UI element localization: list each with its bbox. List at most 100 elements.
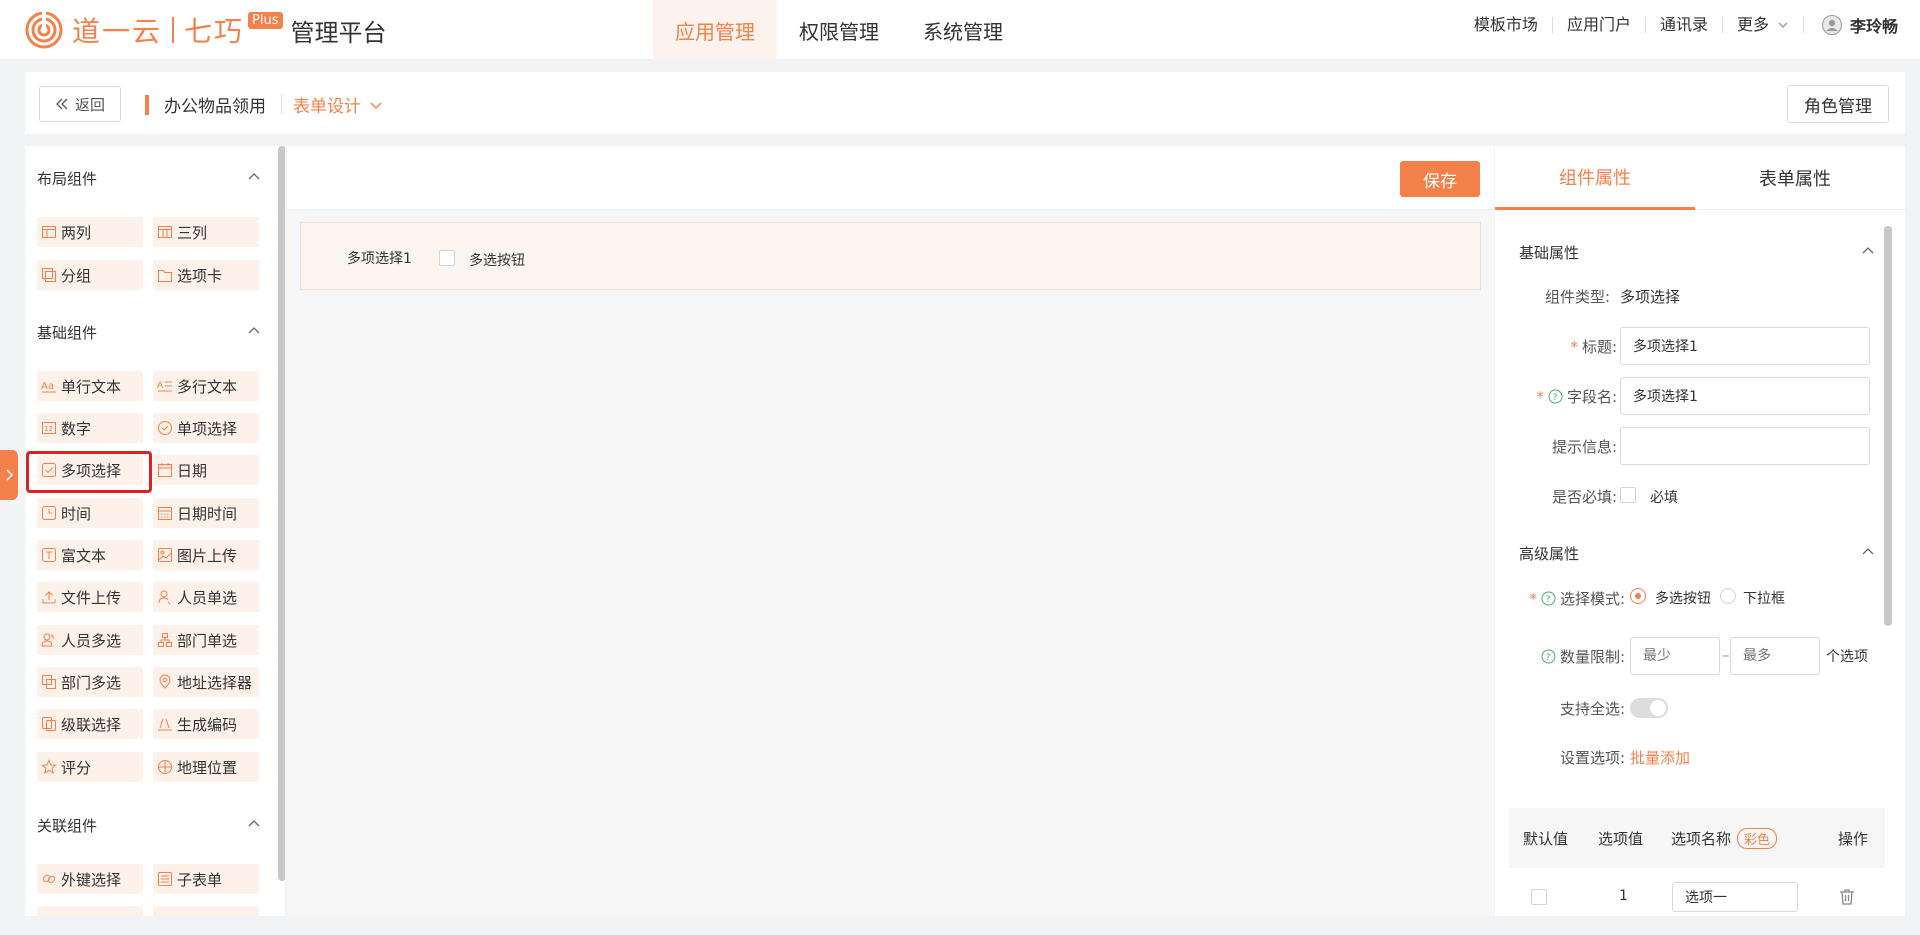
save-button[interactable]: 保存 [1400, 161, 1480, 197]
location-pin-icon [159, 674, 171, 689]
palette-item-label: 多行文本 [177, 377, 238, 396]
palette-item-date[interactable]: 日期 [153, 455, 259, 485]
palette-item-label: 日期 [177, 461, 208, 480]
tabs-icon [158, 270, 172, 282]
palette-item-single-department[interactable]: 部门单选 [153, 625, 259, 655]
mode-radio-dropdown[interactable] [1720, 588, 1736, 604]
user-menu[interactable]: 李玲畅 [1821, 13, 1898, 37]
hint-input[interactable] [1620, 427, 1870, 465]
batch-add-link[interactable]: 批量添加 [1630, 747, 1690, 768]
field-checkbox[interactable] [439, 250, 455, 266]
field-label: 多项选择1 [347, 251, 412, 267]
chevron-up-icon[interactable] [1861, 545, 1875, 559]
more-menu[interactable]: 更多 [1723, 17, 1804, 33]
palette-item-multi-user[interactable]: 人员多选 [37, 625, 143, 655]
departments-icon [42, 675, 56, 689]
chevron-up-icon[interactable] [247, 817, 261, 831]
nav-permission-management[interactable]: 权限管理 [777, 0, 901, 60]
nav-system-management[interactable]: 系统管理 [901, 0, 1025, 60]
color-tag[interactable]: 彩色 [1737, 828, 1778, 849]
palette-item-rating[interactable]: 评分 [37, 752, 143, 782]
rich-text-icon [42, 548, 56, 562]
palette-item-address[interactable]: 地址选择器 [153, 667, 259, 697]
top-navigation-bar: 道一云 七巧 Plus 管理平台 应用管理 权限管理 系统管理 模板市场 应用门… [0, 0, 1920, 60]
chevron-up-icon[interactable] [1861, 244, 1875, 258]
breadcrumb-marker [145, 95, 149, 115]
back-button[interactable]: 返回 [39, 86, 121, 122]
component-palette: 布局组件 两列 三列 分组 选项卡 基础组件 Aa 单行文本 A 多行文本 12… [25, 146, 285, 916]
chevron-right-icon [6, 469, 14, 481]
palette-item-multi-choice[interactable]: 多项选择 [37, 455, 143, 485]
palette-item-auto-code[interactable]: 生成编码 [153, 709, 259, 739]
trash-icon[interactable] [1837, 887, 1857, 907]
palette-item-multi-line-text[interactable]: A 多行文本 [153, 371, 259, 401]
palette-item-label: 两列 [61, 223, 92, 242]
nav-app-management[interactable]: 应用管理 [653, 0, 777, 60]
min-quantity-input[interactable] [1630, 637, 1720, 675]
mode-dropdown[interactable]: 表单设计 [293, 92, 383, 117]
palette-item-tabs[interactable]: 选项卡 [153, 260, 259, 290]
three-columns-icon [158, 226, 172, 238]
header-right-links: 模板市场 应用门户 通讯录 更多 李玲畅 [1460, 0, 1898, 50]
help-circle-icon[interactable]: ? [1541, 591, 1556, 606]
section-title-basic: 基础组件 [37, 324, 98, 342]
palette-item-geo-location[interactable]: 地理位置 [153, 752, 259, 782]
properties-scrollbar[interactable] [1884, 226, 1892, 626]
palette-item-multi-department[interactable]: 部门多选 [37, 667, 143, 697]
svg-text:?: ? [1546, 653, 1551, 663]
palette-item-label: 时间 [61, 504, 92, 523]
user-name: 李玲畅 [1849, 17, 1898, 36]
palette-item-datetime[interactable]: 日期时间 [153, 498, 259, 528]
link-contacts[interactable]: 通讯录 [1646, 17, 1723, 33]
chevron-up-icon[interactable] [247, 324, 261, 338]
properties-panel: 组件属性 表单属性 基础属性 组件类型: 多项选择 *标题: *?字段名: 提示… [1495, 146, 1905, 916]
palette-item-single-choice[interactable]: 单项选择 [153, 413, 259, 443]
palette-item-label: 三列 [177, 223, 208, 242]
palette-item-image-upload[interactable]: 图片上传 [153, 540, 259, 570]
link-template-market[interactable]: 模板市场 [1460, 17, 1553, 33]
left-panel-toggle[interactable] [0, 450, 18, 500]
select-all-toggle[interactable] [1630, 698, 1668, 718]
max-quantity-input[interactable] [1730, 637, 1820, 675]
form-canvas[interactable]: 多项选择1 多选按钮 [287, 211, 1494, 916]
palette-item-three-columns[interactable]: 三列 [153, 217, 259, 247]
palette-item-time[interactable]: 时间 [37, 498, 143, 528]
logo[interactable]: 道一云 七巧 Plus 管理平台 [24, 10, 387, 50]
help-circle-icon[interactable]: ? [1548, 389, 1563, 404]
palette-item-foreign-key[interactable]: 外键选择 [37, 864, 143, 894]
tab-component-properties[interactable]: 组件属性 [1495, 146, 1695, 210]
palette-item-single-line-text[interactable]: Aa 单行文本 [37, 371, 143, 401]
range-dash: – [1722, 646, 1730, 664]
form-field-multi-choice[interactable]: 多项选择1 多选按钮 [300, 222, 1481, 290]
palette-item-two-columns[interactable]: 两列 [37, 217, 143, 247]
palette-item-cascade[interactable]: 级联选择 [37, 709, 143, 739]
svg-text:?: ? [1546, 595, 1551, 605]
role-management-button[interactable]: 角色管理 [1787, 85, 1889, 123]
palette-item-single-user[interactable]: 人员单选 [153, 582, 259, 612]
palette-item-group[interactable]: 分组 [37, 260, 143, 290]
palette-item-rich-text[interactable]: 富文本 [37, 540, 143, 570]
department-icon [158, 633, 172, 647]
palette-item-label: 日期时间 [177, 504, 238, 523]
default-value-checkbox[interactable] [1531, 889, 1547, 905]
tab-form-properties[interactable]: 表单属性 [1695, 146, 1895, 210]
palette-item-sub-form[interactable]: 子表单 [153, 864, 259, 894]
option-name-input[interactable] [1672, 882, 1798, 912]
palette-item-number[interactable]: 12 数字 [37, 413, 143, 443]
help-circle-icon[interactable]: ? [1541, 649, 1556, 664]
radio-check-icon [158, 421, 172, 435]
required-checkbox[interactable] [1620, 487, 1636, 503]
field-name-input[interactable] [1620, 377, 1870, 415]
palette-item-label: 部门多选 [61, 673, 122, 692]
link-app-portal[interactable]: 应用门户 [1553, 17, 1646, 33]
palette-item-file-upload[interactable]: 文件上传 [37, 582, 143, 612]
palette-item-label: 地理位置 [177, 758, 238, 777]
chevron-up-icon[interactable] [247, 170, 261, 184]
brand-name: 道一云 [72, 15, 163, 48]
palette-item-label: 单行文本 [61, 377, 122, 396]
palette-scrollbar[interactable] [278, 146, 285, 881]
title-input[interactable] [1620, 327, 1870, 365]
field-name-label: *? 字段名: [1536, 388, 1617, 406]
mode-radio-checkbox-buttons[interactable] [1630, 588, 1646, 604]
palette-item-label: 分组 [61, 266, 92, 285]
